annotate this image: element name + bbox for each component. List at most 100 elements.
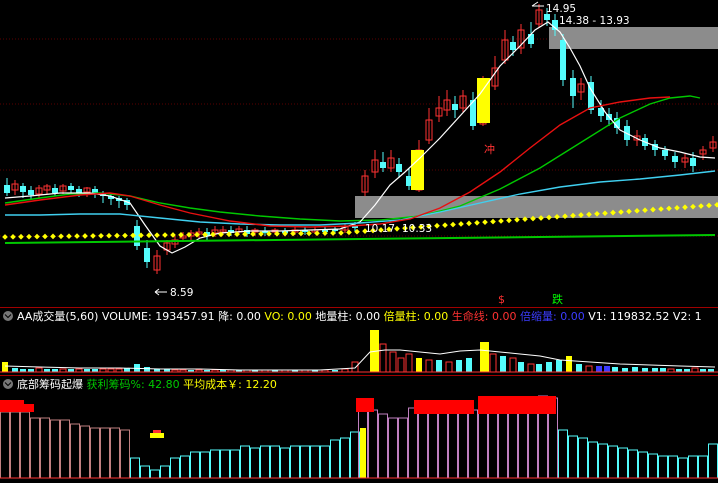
chip-profit-block xyxy=(356,398,374,412)
chip-bar xyxy=(688,455,698,479)
chip-bar xyxy=(598,443,608,479)
zone-label-2: 10.33 xyxy=(402,223,432,235)
chip-bar xyxy=(200,451,210,479)
chip-bar xyxy=(140,465,150,479)
range-price-label: 14.38 - 13.93 xyxy=(559,15,630,27)
indicator-value: V1: 119832.52 xyxy=(585,310,670,323)
chip-bar xyxy=(398,417,408,479)
chip-bar xyxy=(250,447,260,479)
volume-bar xyxy=(527,363,535,373)
indicator-value: AA成交量(5,60) xyxy=(17,309,98,323)
indicator-value: VOLUME: 193457.91 xyxy=(98,310,214,323)
volume-bar xyxy=(456,360,462,372)
chip-bar xyxy=(310,445,320,479)
chip-bar xyxy=(608,445,618,479)
chip-bar xyxy=(50,419,60,479)
chip-bar xyxy=(668,455,678,479)
candle-body xyxy=(28,190,34,195)
indicator-value: 生命线: 0.00 xyxy=(448,309,516,323)
indicator-value: 倍量柱: 0.00 xyxy=(380,309,448,323)
volume-bar xyxy=(416,358,422,372)
chip-bar xyxy=(100,427,110,479)
volume-bar xyxy=(518,362,524,372)
low-price-label: 8.59 xyxy=(170,287,193,299)
chip-profit-block xyxy=(478,396,556,414)
chip-bar xyxy=(260,445,270,479)
volume-bar xyxy=(585,365,593,373)
chip-bar xyxy=(698,455,708,479)
chip-bar xyxy=(30,417,40,479)
candle-body xyxy=(144,248,150,262)
volume-bar xyxy=(556,360,562,372)
chip-bar xyxy=(70,423,80,479)
candle-body xyxy=(68,186,74,190)
chip-bar xyxy=(648,453,658,479)
volume-bar xyxy=(489,353,497,373)
chip-bar xyxy=(588,441,598,479)
chip-bar xyxy=(340,437,350,479)
volume-bar xyxy=(35,367,43,373)
volume-bar xyxy=(652,368,658,372)
volume-bar xyxy=(480,342,489,372)
chip-bar xyxy=(20,411,30,479)
indicator-value: 地量柱: 0.00 xyxy=(312,309,380,323)
chip-bar xyxy=(368,409,378,479)
volume-bar xyxy=(612,367,618,372)
volume-bar xyxy=(436,360,442,372)
chip-bar xyxy=(40,417,50,479)
chip-bar xyxy=(468,409,478,479)
chip-bar xyxy=(568,435,578,479)
support-zone-bar xyxy=(355,196,718,218)
zone-label-1: 10.17 xyxy=(365,223,395,235)
chip-profit-block xyxy=(414,400,474,414)
chip-bar xyxy=(408,407,418,479)
chip-bar xyxy=(10,411,20,479)
volume-panel-header: AA成交量(5,60) VOLUME: 193457.91 降: 0.00 VO… xyxy=(3,309,702,323)
volume-bar xyxy=(466,358,472,372)
chip-bar xyxy=(618,447,628,479)
indicator-value: 底部筹码起爆 xyxy=(17,377,83,391)
resistance-zone-bar xyxy=(549,27,718,49)
chip-bar xyxy=(130,457,140,479)
volume-bar xyxy=(2,362,8,372)
chip-bar xyxy=(150,469,160,479)
chip-bar xyxy=(388,417,398,479)
chip-bar xyxy=(180,455,190,479)
svg-text:AA成交量(5,60) VOLUME: 193457.91: AA成交量(5,60) VOLUME: 193457.91 降: 0.00 VO… xyxy=(17,309,702,323)
chip-bar xyxy=(220,449,230,479)
candle-body xyxy=(672,156,678,162)
volume-bar xyxy=(405,353,413,373)
indicator-value: VO: 0.00 xyxy=(261,310,312,323)
chip-bar xyxy=(290,445,300,479)
collapse-icon[interactable] xyxy=(3,379,13,389)
chip-bars xyxy=(0,395,718,479)
chip-bar xyxy=(170,457,180,479)
chip-bar xyxy=(628,449,638,479)
volume-bar xyxy=(596,366,602,372)
chip-bar xyxy=(190,451,200,479)
volume-bar xyxy=(425,359,433,373)
collapse-icon[interactable] xyxy=(3,311,13,321)
indicator-value: 倍缩量: 0.00 xyxy=(517,309,585,323)
chip-signal-marker xyxy=(150,433,164,438)
candle-body xyxy=(662,150,668,156)
candle-body xyxy=(20,186,26,192)
chip-bar xyxy=(0,411,10,479)
buy-marker: $ xyxy=(498,293,505,306)
volume-bar xyxy=(632,367,638,372)
indicator-value: 平均成本￥: 12.20 xyxy=(180,377,277,391)
chip-bar xyxy=(120,429,130,479)
volume-bar xyxy=(500,356,506,372)
volume-bar xyxy=(509,357,517,373)
volume-bar xyxy=(389,351,397,373)
volume-bar xyxy=(445,361,453,373)
candle-body xyxy=(570,78,576,96)
indicator-value: 降: 0.00 xyxy=(215,309,261,323)
candle-body xyxy=(510,42,516,50)
chip-bar xyxy=(90,427,100,479)
signal-candle xyxy=(477,78,490,123)
candle-body xyxy=(528,34,534,44)
chip-bar xyxy=(558,429,568,479)
indicator-value: V2: 1 xyxy=(669,310,701,323)
chip-bar xyxy=(300,445,310,479)
